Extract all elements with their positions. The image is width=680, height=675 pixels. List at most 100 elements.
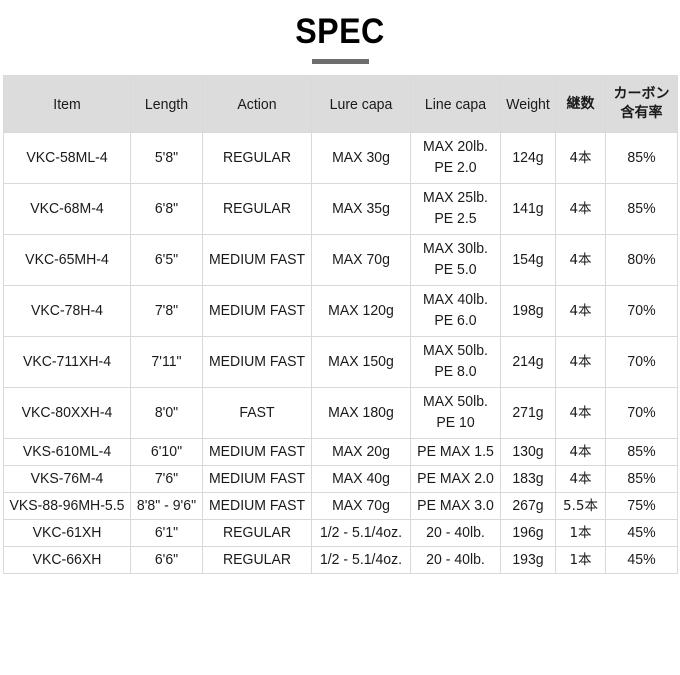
cell-line: MAX 20lb. PE 2.0 — [410, 132, 501, 184]
cell-value: MEDIUM FAST — [208, 470, 306, 487]
column-header-length: Length — [130, 75, 203, 133]
cell-value: MAX 20g — [332, 443, 390, 460]
cell-value: 6'5" — [154, 251, 179, 268]
table-header-row: Item Length Action Lure capa Line capa Weight… — [3, 75, 678, 133]
cell-value: MAX 70g — [332, 251, 390, 268]
cell-lure: MAX 30g — [311, 132, 411, 184]
cell-value: MAX 50lb. PE 8.0 — [423, 343, 488, 380]
cell-pieces: 4本 — [555, 183, 606, 235]
cell-value: 80% — [627, 251, 656, 268]
table-row: VKS-76M-4 7'6" MEDIUM FAST MAX 40g PE MAX 2.… — [3, 465, 678, 493]
column-header-action: Action — [202, 75, 312, 133]
cell-value: VKC-65MH-4 — [25, 251, 109, 268]
cell-weight: 124g — [500, 132, 556, 184]
cell-pieces: 4本 — [555, 285, 606, 337]
cell-pieces: 4本 — [555, 234, 606, 286]
cell-value: 1本 — [569, 524, 592, 541]
cell-value: 6'8" — [154, 200, 179, 217]
cell-item: VKC-65MH-4 — [3, 234, 131, 286]
cell-value: VKS-76M-4 — [30, 470, 104, 487]
cell-item: VKC-711XH-4 — [3, 336, 131, 388]
cell-value: MAX 120g — [328, 302, 394, 319]
spec-table-head: Item Length Action Lure capa Line capa Weight… — [3, 75, 678, 133]
cell-action: MEDIUM FAST — [202, 234, 312, 286]
column-header-line: Line capa — [410, 75, 501, 133]
cell-carbon: 45% — [605, 546, 678, 574]
cell-value: MAX 35g — [332, 200, 390, 217]
cell-line: MAX 40lb. PE 6.0 — [410, 285, 501, 337]
cell-lure: MAX 150g — [311, 336, 411, 388]
cell-value: 4本 — [569, 353, 592, 370]
cell-line: PE MAX 2.0 — [410, 465, 501, 493]
cell-carbon: 70% — [605, 336, 678, 388]
column-header-weight: Weight — [500, 75, 556, 133]
cell-value: VKC-78H-4 — [31, 302, 103, 319]
cell-value: 5'8" — [154, 149, 179, 166]
cell-action: MEDIUM FAST — [202, 465, 312, 493]
column-header-lure: Lure capa — [311, 75, 411, 133]
cell-value: VKC-711XH-4 — [22, 353, 112, 370]
cell-item: VKC-68M-4 — [3, 183, 131, 235]
cell-weight: 130g — [500, 438, 556, 466]
cell-pieces: 4本 — [555, 132, 606, 184]
cell-length: 6'1" — [130, 519, 203, 547]
cell-action: MEDIUM FAST — [202, 492, 312, 520]
cell-value: REGULAR — [222, 200, 291, 217]
cell-value: 6'10" — [150, 443, 183, 460]
cell-value: 70% — [627, 302, 656, 319]
table-row: VKC-80XXH-4 8'0" FAST MAX 180g MAX 50lb. PE 1… — [3, 387, 678, 439]
cell-value: 85% — [627, 149, 656, 166]
cell-carbon: 85% — [605, 183, 678, 235]
cell-lure: MAX 20g — [311, 438, 411, 466]
cell-value: 141g — [512, 200, 544, 217]
cell-value: 20 - 40lb. — [426, 551, 485, 568]
cell-lure: MAX 70g — [311, 492, 411, 520]
cell-value: 7'11" — [151, 353, 182, 370]
cell-action: REGULAR — [202, 132, 312, 184]
cell-value: VKC-66XH — [32, 551, 102, 568]
cell-value: 8'8" - 9'6" — [136, 497, 197, 514]
cell-lure: MAX 70g — [311, 234, 411, 286]
column-header-label: Action — [237, 95, 277, 113]
table-row: VKC-58ML-4 5'8" REGULAR MAX 30g MAX 20lb. PE … — [3, 132, 678, 184]
cell-carbon: 85% — [605, 132, 678, 184]
cell-line: MAX 50lb. PE 10 — [410, 387, 501, 439]
cell-value: VKC-68M-4 — [30, 200, 104, 217]
column-header-label: Length — [144, 95, 189, 113]
cell-pieces: 1本 — [555, 546, 606, 574]
cell-value: 4本 — [569, 251, 592, 268]
cell-value: VKC-58ML-4 — [26, 149, 108, 166]
column-header-carbon: カーボン 含有率 — [605, 75, 678, 133]
cell-value: 85% — [627, 443, 656, 460]
table-row: VKC-66XH 6'6" REGULAR 1/2 - 5.1/4oz. 20 - 40… — [3, 546, 678, 574]
cell-value: PE MAX 2.0 — [417, 470, 494, 487]
cell-value: 5.5本 — [563, 497, 598, 514]
cell-value: 130g — [512, 443, 544, 460]
cell-lure: MAX 180g — [311, 387, 411, 439]
table-row: VKS-88-96MH-5.5 8'8" - 9'6" MEDIUM FAST MAX… — [3, 492, 678, 520]
cell-value: 20 - 40lb. — [426, 524, 485, 541]
cell-value: MAX 50lb. PE 10 — [423, 394, 488, 431]
cell-action: MEDIUM FAST — [202, 285, 312, 337]
cell-line: MAX 30lb. PE 5.0 — [410, 234, 501, 286]
cell-item: VKS-76M-4 — [3, 465, 131, 493]
cell-weight: 196g — [500, 519, 556, 547]
cell-weight: 183g — [500, 465, 556, 493]
cell-length: 6'6" — [130, 546, 203, 574]
cell-line: PE MAX 3.0 — [410, 492, 501, 520]
cell-value: PE MAX 3.0 — [417, 497, 494, 514]
cell-value: VKC-80XXH-4 — [21, 404, 113, 421]
cell-value: MAX 150g — [328, 353, 394, 370]
cell-pieces: 1本 — [555, 519, 606, 547]
cell-weight: 141g — [500, 183, 556, 235]
cell-weight: 154g — [500, 234, 556, 286]
cell-value: MAX 40g — [332, 470, 390, 487]
cell-length: 6'8" — [130, 183, 203, 235]
spec-page: SPEC Item Length Action Lure capa Line capa W… — [0, 0, 680, 675]
cell-value: 1/2 - 5.1/4oz. — [319, 524, 403, 541]
cell-line: 20 - 40lb. — [410, 546, 501, 574]
cell-value: MEDIUM FAST — [208, 353, 306, 370]
cell-value: 4本 — [569, 200, 592, 217]
cell-action: REGULAR — [202, 183, 312, 235]
cell-value: 193g — [512, 551, 544, 568]
